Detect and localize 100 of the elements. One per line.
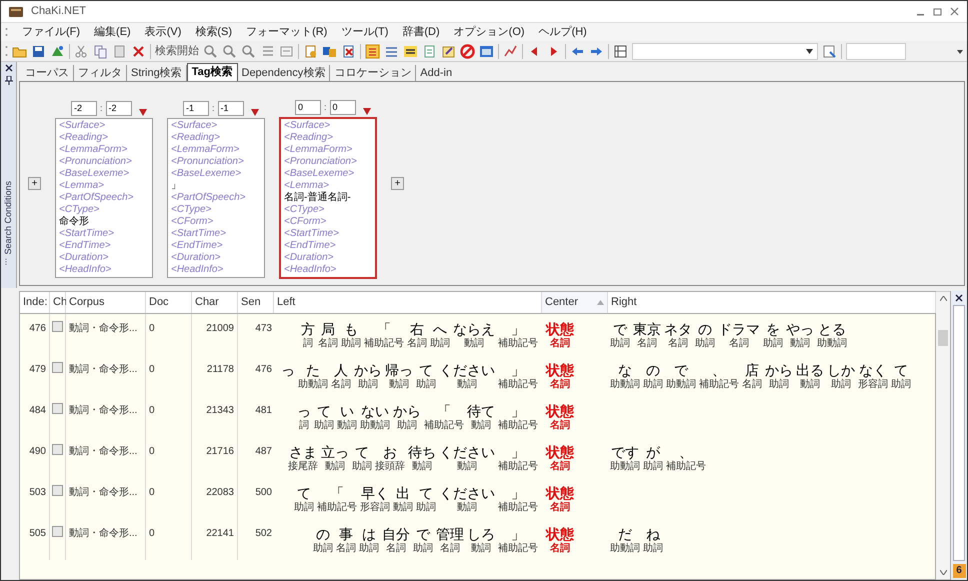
condition-placeholder[interactable]: <Pronunciation>: [59, 156, 149, 168]
magnifier-icon[interactable]: [222, 44, 237, 58]
condition-placeholder[interactable]: <LemmaForm>: [284, 144, 372, 156]
dropdown-triangle-icon[interactable]: [362, 108, 371, 115]
row-checkbox[interactable]: [52, 526, 63, 537]
row-checkbox[interactable]: [52, 403, 63, 414]
range-start-field[interactable]: -2: [71, 101, 97, 116]
condition-placeholder[interactable]: <Duration>: [59, 252, 149, 264]
condition-placeholder[interactable]: <CForm>: [284, 216, 372, 228]
pin-icon[interactable]: [4, 76, 12, 85]
range-end-field[interactable]: -2: [106, 101, 132, 116]
condition-placeholder[interactable]: <StartTime>: [171, 228, 261, 240]
condition-placeholder[interactable]: <EndTime>: [284, 240, 372, 252]
menu-item[interactable]: ファイル(F): [22, 24, 80, 40]
search-start-button[interactable]: 検索開始: [155, 42, 199, 60]
condition-placeholder[interactable]: <Duration>: [284, 252, 372, 264]
magnifier-icon[interactable]: [203, 44, 218, 58]
range-end-field[interactable]: 0: [330, 100, 356, 115]
condition-placeholder[interactable]: <BaseLexeme>: [284, 168, 372, 180]
maximize-icon[interactable]: [933, 7, 942, 16]
add-button[interactable]: +: [391, 177, 404, 190]
x-document-icon[interactable]: [341, 44, 356, 58]
tab[interactable]: Tag検索: [186, 63, 238, 81]
row-checkbox[interactable]: [52, 321, 63, 332]
condition-box[interactable]: <Surface> <Reading> <LemmaForm> <Pronunciation> <BaseLexeme> 」 <PartOfSpeech> <CType> <CForm> <StartTime> <EndTime> <Duration> <HeadInfo>: [167, 118, 265, 278]
condition-placeholder[interactable]: <Reading>: [59, 132, 149, 144]
range-start-field[interactable]: 0: [295, 100, 321, 115]
column-header[interactable]: Corpus: [66, 292, 146, 313]
condition-placeholder[interactable]: <CType>: [171, 204, 261, 216]
range-start-field[interactable]: -1: [183, 101, 209, 116]
condition-placeholder[interactable]: <StartTime>: [284, 228, 372, 240]
grid-icon[interactable]: [613, 44, 628, 58]
range-end-field[interactable]: -1: [218, 101, 244, 116]
more-label[interactable]: ...: [4, 258, 12, 266]
menu-item[interactable]: フォーマット(R): [246, 24, 328, 40]
column-header[interactable]: Center: [542, 292, 608, 313]
condition-placeholder[interactable]: <PartOfSpeech>: [171, 192, 261, 204]
tab[interactable]: Add-in: [416, 65, 456, 81]
close-icon[interactable]: [955, 294, 963, 302]
menu-item[interactable]: 検索(S): [195, 24, 232, 40]
vertical-scrollbar[interactable]: [936, 291, 950, 580]
list-icon[interactable]: [279, 44, 294, 58]
menu-item[interactable]: オプション(O): [454, 24, 525, 40]
row-checkbox[interactable]: [52, 444, 63, 455]
condition-placeholder[interactable]: <Reading>: [284, 132, 372, 144]
side-tab[interactable]: Search Conditions: [2, 180, 16, 254]
condition-placeholder[interactable]: <Surface>: [284, 120, 372, 132]
add-button[interactable]: +: [28, 177, 41, 190]
condition-placeholder[interactable]: <HeadInfo>: [284, 264, 372, 276]
condition-value[interactable]: 名詞-普通名詞-: [284, 192, 372, 204]
condition-placeholder[interactable]: <Pronunciation>: [171, 156, 261, 168]
copy-icon[interactable]: [93, 44, 108, 58]
condition-value[interactable]: 命令形: [59, 216, 149, 228]
condition-placeholder[interactable]: <BaseLexeme>: [171, 168, 261, 180]
condition-placeholder[interactable]: <CType>: [284, 204, 372, 216]
menu-item[interactable]: 辞書(D): [402, 24, 440, 40]
condition-placeholder[interactable]: <PartOfSpeech>: [59, 192, 149, 204]
menu-item[interactable]: ヘルプ(H): [538, 24, 587, 40]
delete-icon[interactable]: [131, 44, 146, 58]
document-icon[interactable]: [303, 44, 318, 58]
row-checkbox[interactable]: [52, 485, 63, 496]
condition-placeholder[interactable]: <HeadInfo>: [59, 264, 149, 276]
condition-placeholder[interactable]: <BaseLexeme>: [59, 168, 149, 180]
condition-placeholder[interactable]: <Surface>: [171, 120, 261, 132]
condition-box[interactable]: <Surface> <Reading> <LemmaForm> <Pronunciation> <BaseLexeme> <Lemma> <PartOfSpeech> <CType> 命令形 <StartTime> <EndTime> <Duration> <HeadInfo>: [55, 118, 153, 278]
condition-placeholder[interactable]: <EndTime>: [171, 240, 261, 252]
pencil-icon[interactable]: [441, 44, 456, 58]
menu-item[interactable]: 編集(E): [94, 24, 131, 40]
menu-item[interactable]: ツール(T): [341, 24, 388, 40]
condition-value[interactable]: 」: [171, 180, 261, 192]
condition-placeholder[interactable]: <CForm>: [171, 216, 261, 228]
scroll-down-icon[interactable]: [940, 570, 946, 575]
condition-placeholder[interactable]: <Reading>: [171, 132, 261, 144]
list-icon[interactable]: [260, 44, 275, 58]
dropdown-triangle-icon[interactable]: [138, 109, 147, 116]
condition-placeholder[interactable]: <CType>: [59, 204, 149, 216]
magnifier-icon[interactable]: [241, 44, 256, 58]
no-entry-icon[interactable]: [460, 44, 475, 58]
condition-placeholder[interactable]: <EndTime>: [59, 240, 149, 252]
condition-placeholder[interactable]: <HeadInfo>: [171, 264, 261, 276]
condition-placeholder[interactable]: <Surface>: [59, 120, 149, 132]
chart-icon[interactable]: [503, 44, 518, 58]
text-field[interactable]: [846, 42, 906, 60]
condition-placeholder[interactable]: <LemmaForm>: [171, 144, 261, 156]
condition-box[interactable]: <Surface> <Reading> <LemmaForm> <Pronunciation> <BaseLexeme> <Lemma> 名詞-普通名詞- <CType> <CForm> <StartTime> <EndTime> <Duration> <HeadInfo>: [279, 117, 377, 279]
condition-placeholder[interactable]: <Pronunciation>: [284, 156, 372, 168]
dropdown-field[interactable]: [632, 42, 818, 60]
condition-placeholder[interactable]: <Duration>: [171, 252, 261, 264]
menu-item[interactable]: 表示(V): [144, 24, 182, 40]
equals-icon[interactable]: [403, 44, 418, 58]
dropdown-triangle-icon[interactable]: [250, 109, 259, 116]
window-icon[interactable]: [479, 44, 494, 58]
condition-placeholder[interactable]: <Lemma>: [59, 180, 149, 192]
row-checkbox[interactable]: [52, 362, 63, 373]
scissors-icon[interactable]: [74, 44, 89, 58]
scroll-up-icon[interactable]: [940, 296, 946, 301]
condition-placeholder[interactable]: <Lemma>: [284, 180, 372, 192]
scrollbar-thumb[interactable]: [938, 330, 948, 346]
condition-placeholder[interactable]: <StartTime>: [59, 228, 149, 240]
close-icon[interactable]: [4, 64, 12, 72]
